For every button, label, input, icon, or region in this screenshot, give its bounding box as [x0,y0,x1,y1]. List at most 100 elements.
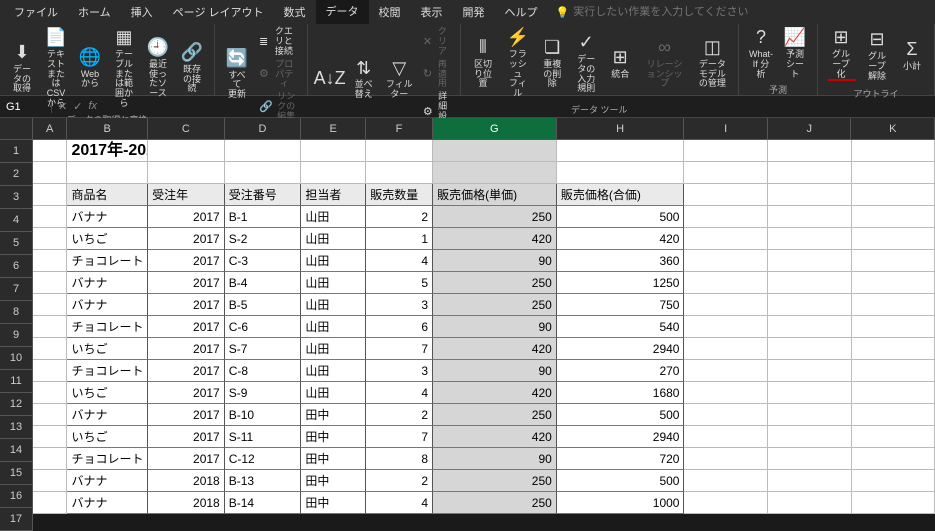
cell-B2[interactable] [67,162,148,184]
cell-G10[interactable]: 420 [433,338,557,360]
select-all-corner[interactable] [0,118,33,140]
ribbon-テキストまたはCSVから[interactable]: 📄テキストまたは CSV から [40,26,72,111]
cell-I5[interactable] [684,228,768,250]
cell-D4[interactable]: B-1 [225,206,302,228]
cell-H3[interactable]: 販売価格(合価) [557,184,685,206]
cell-J17[interactable] [768,492,852,514]
name-box[interactable]: G1 [0,101,52,113]
cell-I1[interactable] [684,140,768,162]
row-header-6[interactable]: 6 [0,255,33,278]
cell-F12[interactable]: 4 [366,382,433,404]
cell-F7[interactable]: 5 [366,272,433,294]
menu-tab-表示[interactable]: 表示 [411,1,453,23]
cell-G6[interactable]: 90 [433,250,557,272]
cell-J1[interactable] [768,140,852,162]
ribbon-すべて更新[interactable]: 🔄すべて更新 [221,47,253,102]
cell-C17[interactable]: 2018 [148,492,225,514]
cell-F6[interactable]: 4 [366,250,433,272]
menu-tab-データ[interactable]: データ [316,0,369,24]
ribbon-データモデルの管理[interactable]: ◫データ モデルの管理 [693,36,732,91]
tell-me-input[interactable] [573,6,773,18]
cell-J11[interactable] [768,360,852,382]
cell-F3[interactable]: 販売数量 [366,184,433,206]
ribbon-並べ替え[interactable]: ⇅並べ替え [348,57,380,103]
ribbon-テーブルまたは範囲から[interactable]: ▦テーブルまたは範囲から [108,26,140,111]
cell-I13[interactable] [684,404,768,426]
cell-A13[interactable] [33,404,67,426]
menu-tab-挿入[interactable]: 挿入 [121,1,163,23]
cell-B17[interactable]: バナナ [67,492,148,514]
cell-K9[interactable] [852,316,935,338]
cell-B12[interactable]: いちご [67,382,148,404]
cell-D3[interactable]: 受注番号 [225,184,302,206]
col-header-I[interactable]: I [684,118,768,140]
cell-A7[interactable] [33,272,67,294]
cell-G12[interactable]: 420 [433,382,557,404]
cell-D5[interactable]: S-2 [225,228,302,250]
menu-tab-ファイル[interactable]: ファイル [4,1,68,23]
cell-A1[interactable] [33,140,67,162]
cell-D14[interactable]: S-11 [225,426,302,448]
row-header-16[interactable]: 16 [0,485,33,508]
cell-H4[interactable]: 500 [557,206,685,228]
ribbon-重複の削除[interactable]: ❏重複の削除 [536,36,568,91]
cell-H6[interactable]: 360 [557,250,685,272]
cell-I14[interactable] [684,426,768,448]
cell-A8[interactable] [33,294,67,316]
formula-input[interactable] [103,101,935,113]
cell-G7[interactable]: 250 [433,272,557,294]
cell-E15[interactable]: 田中 [301,448,366,470]
cell-J12[interactable] [768,382,852,404]
cell-K3[interactable] [852,184,935,206]
ribbon-フラッシュフィル[interactable]: ⚡フラッシュフィル [501,26,534,101]
cell-K7[interactable] [852,272,935,294]
ribbon-既存の接続[interactable]: 🔗既存の接続 [176,41,208,96]
cell-K10[interactable] [852,338,935,360]
enter-icon[interactable]: ✓ [73,100,82,113]
col-header-F[interactable]: F [366,118,433,140]
cell-A17[interactable] [33,492,67,514]
cell-J6[interactable] [768,250,852,272]
cell-K14[interactable] [852,426,935,448]
cell-D7[interactable]: B-4 [225,272,302,294]
cell-J15[interactable] [768,448,852,470]
ribbon-リレーションシップ[interactable]: ∞リレーションシップ [638,36,691,91]
row-header-4[interactable]: 4 [0,209,33,232]
cell-B13[interactable]: バナナ [67,404,148,426]
cell-C7[interactable]: 2017 [148,272,225,294]
cell-I2[interactable] [684,162,768,184]
cell-K4[interactable] [852,206,935,228]
cell-K17[interactable] [852,492,935,514]
cell-H5[interactable]: 420 [557,228,685,250]
cell-J14[interactable] [768,426,852,448]
cell-J5[interactable] [768,228,852,250]
cell-I12[interactable] [684,382,768,404]
cell-H11[interactable]: 270 [557,360,685,382]
menu-tab-ページ レイアウト[interactable]: ページ レイアウト [163,1,274,23]
cell-G11[interactable]: 90 [433,360,557,382]
ribbon-フィルター[interactable]: ▽フィルター [382,57,417,103]
cell-A9[interactable] [33,316,67,338]
cell-I6[interactable] [684,250,768,272]
row-header-9[interactable]: 9 [0,324,33,347]
col-header-J[interactable]: J [768,118,852,140]
cell-D2[interactable] [225,162,302,184]
cell-D10[interactable]: S-7 [225,338,302,360]
menu-tab-ホーム[interactable]: ホーム [68,1,121,23]
cell-I9[interactable] [684,316,768,338]
col-header-E[interactable]: E [301,118,366,140]
cell-C15[interactable]: 2017 [148,448,225,470]
cell-B9[interactable]: チョコレート [67,316,148,338]
cell-D13[interactable]: B-10 [225,404,302,426]
cell-G4[interactable]: 250 [433,206,557,228]
cell-G13[interactable]: 250 [433,404,557,426]
cell-E5[interactable]: 山田 [301,228,366,250]
row-header-1[interactable]: 1 [0,140,33,163]
cell-J9[interactable] [768,316,852,338]
row-header-12[interactable]: 12 [0,393,33,416]
cell-B11[interactable]: チョコレート [67,360,148,382]
cell-E13[interactable]: 田中 [301,404,366,426]
cell-J10[interactable] [768,338,852,360]
cell-A6[interactable] [33,250,67,272]
cell-K2[interactable] [852,162,935,184]
